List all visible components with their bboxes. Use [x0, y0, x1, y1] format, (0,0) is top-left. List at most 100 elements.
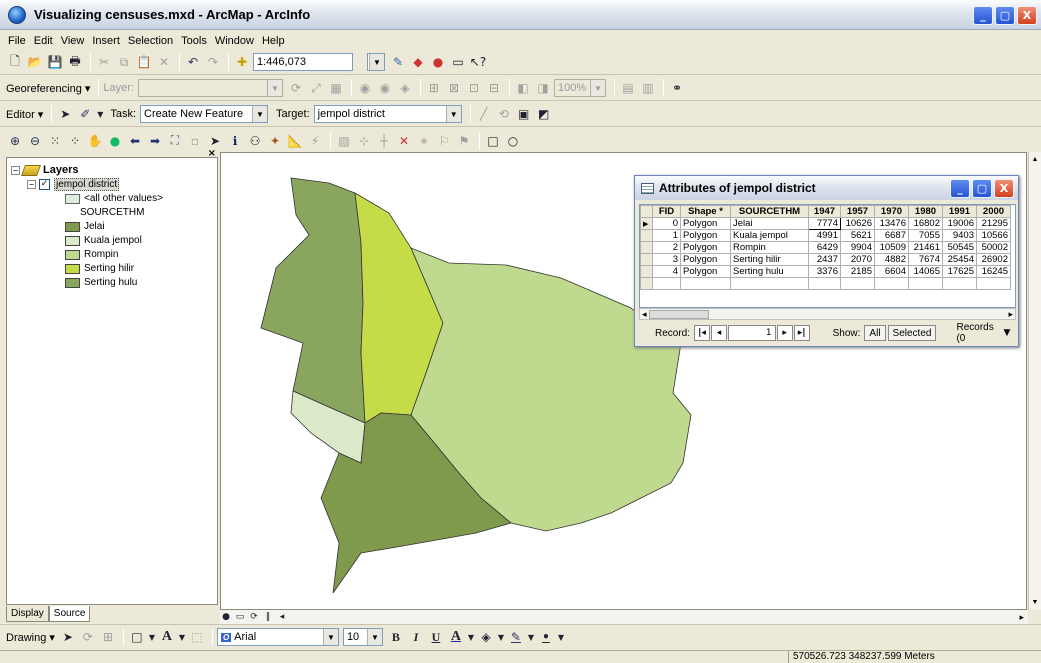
- editor-menu[interactable]: Editor ▾: [6, 108, 43, 121]
- previous-extent-icon[interactable]: ⊟: [485, 79, 503, 97]
- menu-selection[interactable]: Selection: [124, 35, 177, 47]
- column-header[interactable]: SOURCETHM: [730, 205, 809, 218]
- select-features-icon[interactable]: ⛶: [166, 132, 184, 150]
- cell[interactable]: 0: [652, 217, 681, 230]
- georeferencing-menu[interactable]: Georeferencing ▾: [6, 82, 90, 95]
- row-selector[interactable]: ▶: [640, 217, 653, 230]
- rotate-tool-icon[interactable]: ⟲: [495, 105, 513, 123]
- flag-icon[interactable]: ⚐: [435, 132, 453, 150]
- previous-record-button[interactable]: ◂: [711, 325, 728, 341]
- collapse-icon[interactable]: −: [27, 180, 36, 189]
- chevron-down-icon[interactable]: ▼: [148, 628, 156, 646]
- circle-icon[interactable]: ○: [504, 132, 522, 150]
- link-table-icon[interactable]: ▦: [327, 79, 345, 97]
- barrier-icon[interactable]: ⚑: [455, 132, 473, 150]
- sketch-dropdown-icon[interactable]: ▼: [96, 105, 104, 123]
- scroll-right-icon[interactable]: ▸: [1008, 309, 1013, 320]
- map-scale-combo[interactable]: 1:446,073: [253, 53, 353, 71]
- back-arrow-icon[interactable]: ⬅: [126, 132, 144, 150]
- table-row[interactable]: ▶ 0 Polygon Jelai 7774 10626 13476 16802…: [640, 217, 1011, 230]
- font-combo[interactable]: O Arial ▼: [216, 628, 339, 646]
- layer-visibility-checkbox[interactable]: ✓: [39, 179, 50, 190]
- row-selector[interactable]: [640, 265, 653, 278]
- cut-icon[interactable]: ✂: [95, 53, 113, 71]
- column-header[interactable]: 1970: [874, 205, 909, 218]
- cell[interactable]: 2070: [840, 253, 875, 266]
- arctoolbox-icon[interactable]: ◆: [409, 53, 427, 71]
- last-record-button[interactable]: ▸|: [793, 325, 810, 341]
- direction-icon[interactable]: ✕: [395, 132, 413, 150]
- save-icon[interactable]: 💾: [46, 53, 64, 71]
- record-number-input[interactable]: 1: [728, 325, 776, 341]
- menu-view[interactable]: View: [57, 35, 89, 47]
- network-icon[interactable]: ⚹: [415, 132, 433, 150]
- menu-insert[interactable]: Insert: [88, 35, 124, 47]
- print-icon[interactable]: 🖶: [66, 53, 84, 71]
- scale-dropdown[interactable]: ▼: [367, 53, 385, 71]
- map-vertical-scrollbar[interactable]: ▲ ▼: [1028, 152, 1041, 610]
- cell[interactable]: 13476: [874, 217, 909, 230]
- sketch-properties-icon[interactable]: ◩: [535, 105, 553, 123]
- cell[interactable]: 9904: [840, 241, 875, 254]
- options-dropdown-icon[interactable]: ▼: [999, 325, 1015, 341]
- fixed-zoom-out-icon[interactable]: ⁘: [66, 132, 84, 150]
- copy-icon[interactable]: ⧉: [115, 53, 133, 71]
- fill-color-icon[interactable]: ◈: [477, 628, 495, 646]
- bold-icon[interactable]: B: [387, 628, 405, 646]
- cell[interactable]: 7055: [908, 229, 943, 242]
- toc-layers-row[interactable]: − Layers: [11, 164, 78, 176]
- table-row[interactable]: 2 Polygon Rompin 6429 9904 10509 21461 5…: [640, 241, 1011, 254]
- add-data-icon[interactable]: ✚: [233, 53, 251, 71]
- add-control-points-icon[interactable]: ⤢: [307, 79, 325, 97]
- hyperlink-icon[interactable]: ⚡: [306, 132, 324, 150]
- swipe-icon[interactable]: ▤: [619, 79, 637, 97]
- forward-arrow-icon[interactable]: ➡: [146, 132, 164, 150]
- column-header[interactable]: FID: [652, 205, 681, 218]
- rectangle-icon[interactable]: □: [128, 628, 146, 646]
- tab-display[interactable]: Display: [6, 606, 49, 622]
- rotate-icon[interactable]: ⟳: [287, 79, 305, 97]
- identify-icon[interactable]: ℹ: [226, 132, 244, 150]
- cell[interactable]: 50002: [976, 241, 1011, 254]
- minimize-button[interactable]: _: [973, 6, 993, 25]
- column-header[interactable]: 1991: [942, 205, 977, 218]
- cell[interactable]: 3376: [808, 265, 841, 278]
- cell[interactable]: 6687: [874, 229, 909, 242]
- chevron-down-icon[interactable]: ▼: [467, 628, 475, 646]
- attr-close-button[interactable]: X: [994, 179, 1014, 198]
- rotate-icon[interactable]: ⟳: [79, 628, 97, 646]
- shift-icon[interactable]: ◨: [534, 79, 552, 97]
- cross-icon[interactable]: ┼: [375, 132, 393, 150]
- cell[interactable]: 4: [652, 265, 681, 278]
- maximize-button[interactable]: ▢: [995, 6, 1015, 25]
- clear-selection-icon[interactable]: ▫: [186, 132, 204, 150]
- cell[interactable]: 21461: [908, 241, 943, 254]
- whats-this-help-icon[interactable]: ↖?: [469, 53, 487, 71]
- cell[interactable]: 9403: [942, 229, 977, 242]
- magnifier-window-icon[interactable]: ⚭: [668, 79, 686, 97]
- column-header[interactable]: 1957: [840, 205, 875, 218]
- measure-icon[interactable]: 📐: [286, 132, 304, 150]
- cell[interactable]: 10509: [874, 241, 909, 254]
- italic-icon[interactable]: I: [407, 628, 425, 646]
- font-color-icon[interactable]: A: [447, 628, 465, 646]
- table-horizontal-scrollbar[interactable]: ◂ ▸: [639, 308, 1016, 320]
- redo-icon[interactable]: ↷: [204, 53, 222, 71]
- menu-file[interactable]: File: [4, 35, 30, 47]
- full-extent-icon[interactable]: ⊞: [425, 79, 443, 97]
- attributes-title-bar[interactable]: Attributes of jempol district _ ▢ X: [635, 176, 1018, 200]
- row-selector[interactable]: [640, 229, 653, 242]
- scroll-thumb[interactable]: [648, 309, 709, 319]
- command-line-icon[interactable]: ▭: [449, 53, 467, 71]
- flicker-icon[interactable]: ▥: [639, 79, 657, 97]
- scroll-right-icon[interactable]: ▸: [1019, 612, 1028, 623]
- cell[interactable]: Serting hilir: [730, 253, 809, 266]
- show-all-button[interactable]: All: [864, 325, 886, 341]
- cell[interactable]: Polygon: [680, 253, 731, 266]
- cell[interactable]: 19006: [942, 217, 977, 230]
- zoom-out-icon[interactable]: ⊖: [26, 132, 44, 150]
- menu-window[interactable]: Window: [211, 35, 258, 47]
- drawing-menu[interactable]: Drawing ▾: [6, 631, 55, 644]
- table-row[interactable]: 3 Polygon Serting hilir 2437 2070 4882 7…: [640, 253, 1011, 266]
- scroll-up-icon[interactable]: ▲: [1029, 156, 1041, 163]
